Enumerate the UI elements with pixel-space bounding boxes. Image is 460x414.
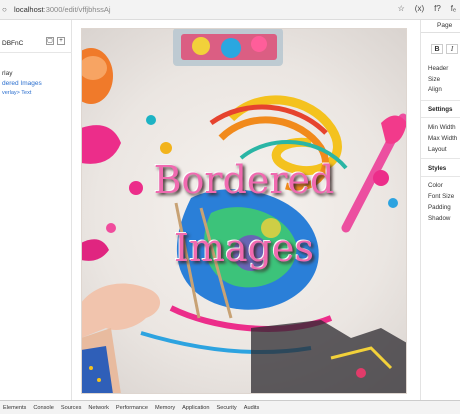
tab-divider: [421, 32, 460, 33]
prop-max-width[interactable]: Max Width: [428, 135, 457, 142]
divider: [421, 100, 460, 101]
function-icon[interactable]: f?: [434, 4, 441, 13]
overlay-title-line1: Bordered: [153, 158, 335, 202]
devtools-tab-security[interactable]: Security: [217, 405, 237, 411]
overlay-title-line2: Images: [173, 226, 314, 270]
prop-size[interactable]: Size: [428, 76, 440, 83]
divider: [0, 52, 72, 53]
formula-icon[interactable]: (x): [415, 4, 424, 13]
page-info-icon[interactable]: ○: [2, 5, 7, 14]
prop-shadow[interactable]: Shadow: [428, 215, 450, 222]
prop-header[interactable]: Header: [428, 65, 448, 72]
left-sidebar: DBFnC ▢ + rlay dered Images verlay> Text: [0, 20, 72, 400]
styles-heading: Styles: [428, 165, 447, 172]
prop-font-size[interactable]: Font Size: [428, 193, 454, 200]
url-host: localhost: [14, 5, 44, 14]
settings-heading: Settings: [428, 106, 453, 113]
italic-button[interactable]: I: [446, 44, 458, 54]
address-bar[interactable]: localhost:3000/edit/vffjbhssAj: [14, 5, 111, 14]
devtools-tab-performance[interactable]: Performance: [116, 405, 148, 411]
divider: [421, 117, 460, 118]
divider: [421, 176, 460, 177]
tree-item-overlay-text[interactable]: verlay> Text: [2, 90, 31, 96]
prop-min-width[interactable]: Min Width: [428, 124, 456, 131]
browser-toolbar: ○ localhost:3000/edit/vffjbhssAj ☆ (x) f…: [0, 0, 460, 20]
devtools-tab-memory[interactable]: Memory: [155, 405, 175, 411]
devtools-tab-audits[interactable]: Audits: [244, 405, 260, 411]
devtools-tab-application[interactable]: Application: [182, 405, 209, 411]
devtools-tab-elements[interactable]: Elements: [3, 405, 26, 411]
tree-item-overlay[interactable]: rlay: [2, 70, 12, 77]
prop-color[interactable]: Color: [428, 182, 443, 189]
tab-page[interactable]: Page: [437, 22, 452, 29]
add-button[interactable]: +: [57, 37, 65, 45]
divider: [421, 158, 460, 159]
box-button[interactable]: ▢: [46, 37, 54, 45]
url-path: :3000/edit/vffjbhssAj: [43, 5, 111, 14]
devtools-tabbar: Elements Console Sources Network Perform…: [0, 400, 460, 414]
properties-panel: Page B I I Header Size Align Settings Mi…: [420, 20, 460, 400]
prop-padding[interactable]: Padding: [428, 204, 451, 211]
document-id: DBFnC: [2, 40, 24, 47]
devtools-tab-network[interactable]: Network: [88, 405, 109, 411]
star-icon[interactable]: ☆: [398, 4, 405, 13]
text-icon[interactable]: fₑ: [451, 4, 456, 13]
devtools-tab-console[interactable]: Console: [33, 405, 54, 411]
bordered-image[interactable]: Bordered Images: [81, 28, 407, 394]
prop-layout[interactable]: Layout: [428, 146, 447, 153]
bold-button[interactable]: B: [431, 44, 443, 54]
devtools-tab-sources[interactable]: Sources: [61, 405, 82, 411]
paint-artwork: [81, 28, 407, 394]
tree-item-bordered-images[interactable]: dered Images: [2, 80, 42, 87]
editor-canvas: Bordered Images: [73, 20, 420, 400]
prop-align[interactable]: Align: [428, 86, 442, 93]
format-toolbar: B I I: [431, 44, 460, 54]
